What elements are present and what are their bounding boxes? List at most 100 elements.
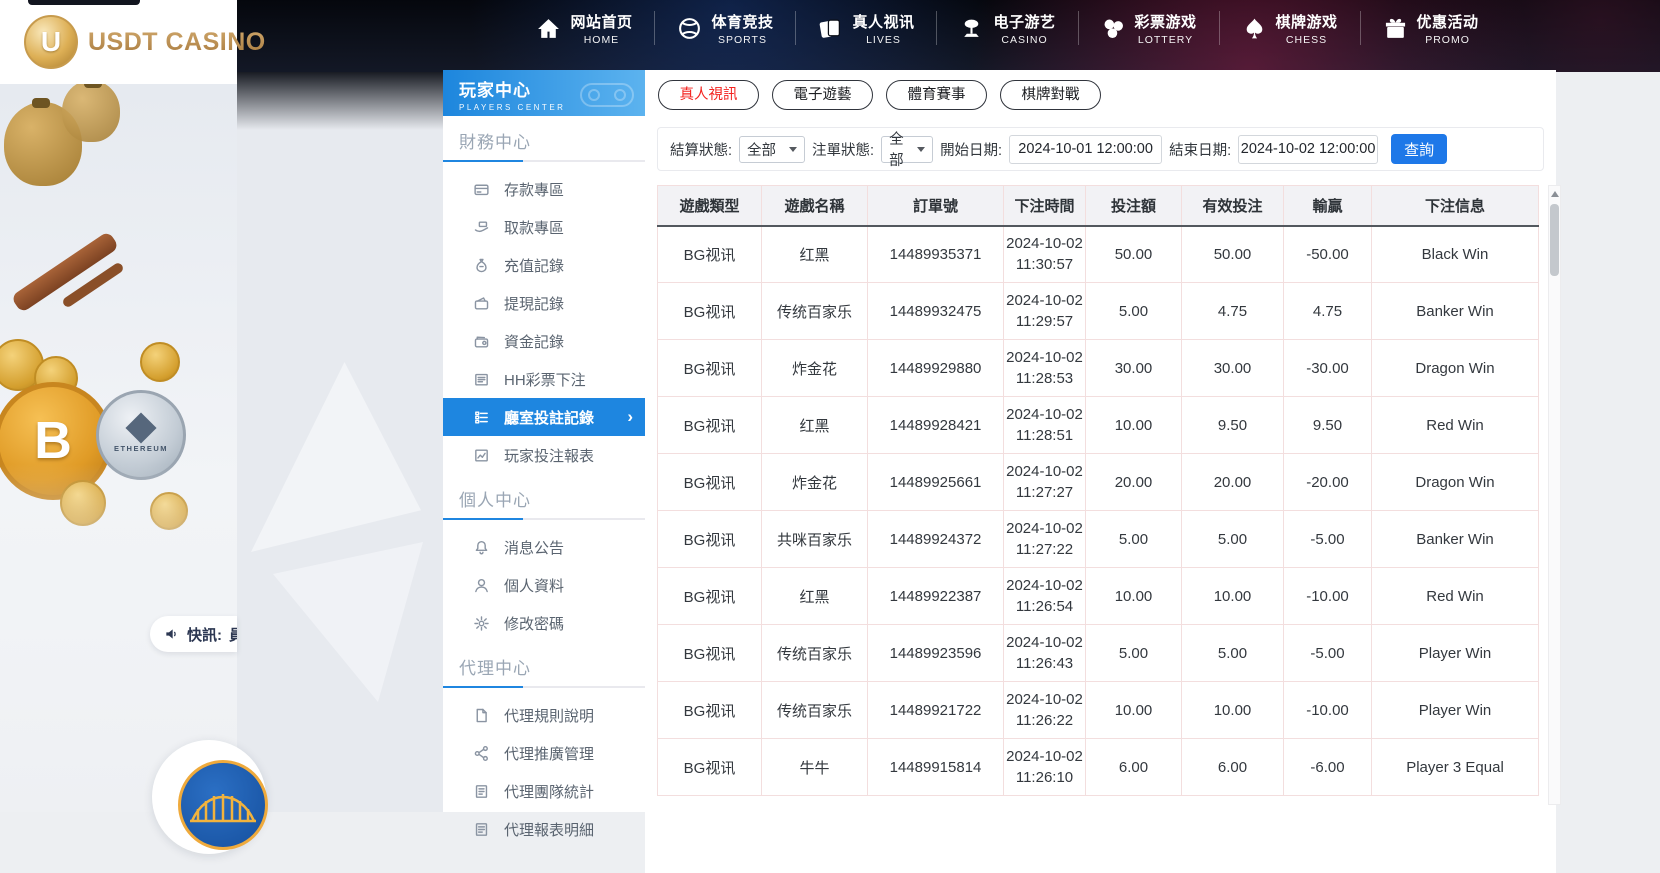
tab-board-games[interactable]: 棋牌對戰 bbox=[1000, 80, 1101, 110]
sidebar-item-label: 充值記錄 bbox=[504, 257, 565, 275]
nav-item-label-zh: 电子游艺 bbox=[993, 13, 1056, 31]
top-nav: 网站首页 HOME 体育竞技 SPORTS 真人视讯 LIVES 电子游艺 CASINO 彩票游… bbox=[237, 0, 1660, 56]
sidebar-item-withdraw-zone[interactable]: 取款專區 bbox=[443, 208, 645, 246]
tab-electronic-games[interactable]: 電子遊藝 bbox=[772, 80, 873, 110]
chevron-down-icon bbox=[917, 146, 926, 152]
nav-item-lottery[interactable]: 彩票游戏 LOTTERY bbox=[1079, 11, 1219, 46]
bet-date: 2024-10-02 bbox=[1006, 634, 1083, 651]
nav-item-label-en: CHESS bbox=[1285, 33, 1328, 46]
settle-status-select[interactable]: 全部 bbox=[739, 135, 806, 163]
brand-logo[interactable]: U USDT CASINO bbox=[0, 0, 265, 84]
background-gutter bbox=[237, 72, 443, 812]
nav-item-label-en: CASINO bbox=[1001, 33, 1048, 46]
cell-bet-info: Banker Win bbox=[1371, 282, 1539, 340]
cell-game-type: BG视讯 bbox=[657, 396, 762, 454]
cell-bet-info: Banker Win bbox=[1371, 510, 1539, 568]
brand-coin-icon: U bbox=[24, 15, 78, 69]
cell-valid-bet: 50.00 bbox=[1181, 225, 1284, 283]
cell-order-no: 14489921722 bbox=[867, 681, 1004, 739]
bet-clock: 11:28:51 bbox=[1015, 427, 1074, 444]
sidebar-item-agent-team-stats[interactable]: 代理團隊統計 bbox=[443, 772, 645, 810]
cell-bet-amount: 10.00 bbox=[1085, 396, 1182, 454]
cell-valid-bet: 9.50 bbox=[1181, 396, 1284, 454]
sidebar-item-label: 消息公告 bbox=[504, 539, 565, 557]
category-tabs: 真人視訊 電子遊藝 體育賽事 棋牌對戰 bbox=[645, 70, 1556, 110]
cell-bet-time: 2024-10-02 11:26:43 bbox=[1003, 624, 1086, 682]
sidebar-item-agent-report-detail[interactable]: 代理報表明細 bbox=[443, 810, 645, 848]
bet-clock: 11:28:53 bbox=[1015, 370, 1074, 387]
news-ticker: 快訊: 員 bbox=[150, 616, 237, 652]
cell-order-no: 14489929880 bbox=[867, 339, 1004, 397]
start-date-input[interactable] bbox=[1009, 134, 1163, 164]
column-header: 下注信息 bbox=[1371, 185, 1539, 226]
table-row: BG视讯 牛牛 14489915814 2024-10-02 11:26:10 6.00 6… bbox=[657, 738, 1539, 796]
cell-game-type: BG视讯 bbox=[657, 738, 762, 796]
sidebar-item-deposit-zone[interactable]: 存款專區 bbox=[443, 170, 645, 208]
cell-game-name: 炸金花 bbox=[761, 339, 868, 397]
filter-bar: 結算狀態: 全部 注單狀態: 全部 開始日期: 結束日期: 查詢 bbox=[657, 127, 1544, 171]
nav-item-label-zh: 真人视讯 bbox=[852, 13, 915, 31]
bet-clock: 11:27:27 bbox=[1015, 484, 1074, 501]
sidebar-item-hh-lottery-bets[interactable]: HH彩票下注 bbox=[443, 360, 645, 398]
tab-live-video[interactable]: 真人視訊 bbox=[658, 80, 759, 110]
cell-valid-bet: 5.00 bbox=[1181, 624, 1284, 682]
table-scrollbar[interactable] bbox=[1548, 185, 1561, 805]
scrollbar-thumb[interactable] bbox=[1550, 204, 1559, 276]
bridge-icon bbox=[186, 775, 260, 835]
nav-item-promo[interactable]: 优惠活动 PROMO bbox=[1361, 11, 1501, 46]
sidebar-item-room-bet-records[interactable]: 廳室投註記錄 › bbox=[443, 398, 645, 436]
sidebar-item-agent-rules[interactable]: 代理規則說明 bbox=[443, 696, 645, 734]
cell-game-type: BG视讯 bbox=[657, 681, 762, 739]
cell-bet-info: Player Win bbox=[1371, 681, 1539, 739]
table-header-row: 遊戲類型 遊戲名稱 訂單號 下注時間 投注額 有效投注 輸贏 下注信息 bbox=[657, 185, 1539, 226]
column-header: 投注額 bbox=[1085, 185, 1182, 226]
cell-valid-bet: 4.75 bbox=[1181, 282, 1284, 340]
nav-item-chess[interactable]: 棋牌游戏 CHESS bbox=[1220, 11, 1360, 46]
top-decor-strip bbox=[28, 0, 140, 5]
lottery-bet-icon bbox=[473, 371, 490, 388]
nav-item-lives[interactable]: 真人视讯 LIVES bbox=[796, 11, 936, 46]
cell-valid-bet: 20.00 bbox=[1181, 453, 1284, 511]
bet-date: 2024-10-02 bbox=[1006, 292, 1083, 309]
sidebar-item-funds-records[interactable]: 資金記錄 bbox=[443, 322, 645, 360]
cell-bet-amount: 20.00 bbox=[1085, 453, 1182, 511]
end-date-input[interactable] bbox=[1238, 134, 1379, 164]
scrollbar-up-arrow[interactable] bbox=[1550, 191, 1559, 197]
sidebar-item-withdraw-records[interactable]: 提現記錄 bbox=[443, 284, 645, 322]
sidebar-item-agent-promotion[interactable]: 代理推廣管理 bbox=[443, 734, 645, 772]
sidebar-item-player-bet-report[interactable]: 玩家投注報表 bbox=[443, 436, 645, 474]
cell-win-loss: -6.00 bbox=[1283, 738, 1372, 796]
gear-icon bbox=[473, 615, 490, 632]
share-icon bbox=[473, 745, 490, 762]
query-button[interactable]: 查詢 bbox=[1391, 134, 1448, 164]
column-header: 訂單號 bbox=[867, 185, 1004, 226]
cell-game-name: 红黑 bbox=[761, 567, 868, 625]
sidebar-item-announcements[interactable]: 消息公告 bbox=[443, 528, 645, 566]
sidebar-item-label: 資金記錄 bbox=[504, 333, 565, 351]
bet-date: 2024-10-02 bbox=[1006, 406, 1083, 423]
nav-item-label-en: LIVES bbox=[866, 33, 901, 46]
table-row: BG视讯 红黑 14489928421 2024-10-02 11:28:51 10.00… bbox=[657, 396, 1539, 454]
table-row: BG视讯 传统百家乐 14489932475 2024-10-02 11:29:57 5.… bbox=[657, 282, 1539, 340]
order-status-select[interactable]: 全部 bbox=[881, 132, 934, 169]
nav-item-home[interactable]: 网站首页 HOME bbox=[514, 11, 654, 46]
sports-icon bbox=[677, 16, 702, 41]
nav-item-sports[interactable]: 体育竞技 SPORTS bbox=[655, 11, 795, 46]
withdraw-record-icon bbox=[473, 295, 490, 312]
cell-game-name: 红黑 bbox=[761, 396, 868, 454]
sidebar-section-label: 代理中心 bbox=[459, 659, 531, 678]
bet-report-icon bbox=[473, 447, 490, 464]
bet-date: 2024-10-02 bbox=[1006, 577, 1083, 594]
sidebar-item-recharge-records[interactable]: 充值記錄 bbox=[443, 246, 645, 284]
sidebar-item-profile[interactable]: 個人資料 bbox=[443, 566, 645, 604]
section-underline bbox=[443, 686, 645, 688]
user-icon bbox=[473, 577, 490, 594]
service-logo-button[interactable] bbox=[178, 760, 268, 850]
chevron-down-icon bbox=[789, 146, 798, 152]
tab-sports-events[interactable]: 體育賽事 bbox=[886, 80, 987, 110]
nav-item-casino[interactable]: 电子游艺 CASINO bbox=[937, 11, 1077, 46]
cell-order-no: 14489935371 bbox=[867, 225, 1004, 283]
cell-win-loss: -30.00 bbox=[1283, 339, 1372, 397]
sidebar-item-label: 取款專區 bbox=[504, 219, 565, 237]
sidebar-item-change-password[interactable]: 修改密碼 bbox=[443, 604, 645, 642]
